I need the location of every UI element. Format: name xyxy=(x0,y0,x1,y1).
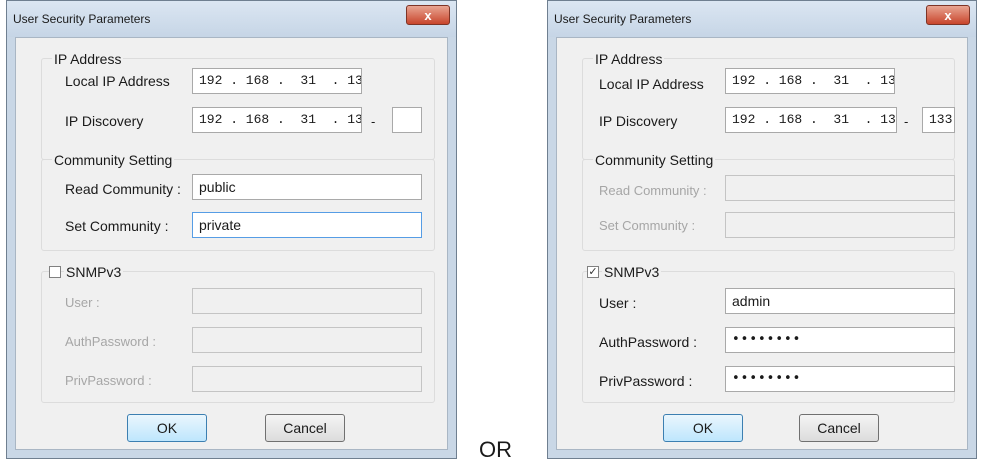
read-community-field[interactable]: public xyxy=(192,174,422,200)
ip-discovery-field[interactable]: 192 . 168 . 31 . 133 xyxy=(192,107,362,133)
ip-range-end-field[interactable]: 133 xyxy=(922,107,955,133)
cancel-button[interactable]: Cancel xyxy=(799,414,879,442)
dialog-snmpv1: User Security Parameters x IP Address Lo… xyxy=(6,0,457,459)
group-title-ip-address: IP Address xyxy=(52,51,124,67)
read-community-field[interactable] xyxy=(725,175,955,201)
auth-password-field[interactable] xyxy=(192,327,422,353)
auth-password-label: AuthPassword : xyxy=(599,334,698,350)
user-label: User : xyxy=(65,295,100,310)
ok-button[interactable]: OK xyxy=(127,414,207,442)
close-button[interactable]: x xyxy=(406,5,450,25)
read-community-label: Read Community : xyxy=(65,181,181,197)
set-community-field[interactable] xyxy=(725,212,955,238)
snmpv3-label: SNMPv3 xyxy=(602,264,662,280)
dialog-body: IP Address Local IP Address 192 . 168 . … xyxy=(556,37,968,450)
dialog-snmpv3: User Security Parameters x IP Address Lo… xyxy=(547,0,977,459)
user-label: User : xyxy=(599,295,637,311)
check-icon: ✓ xyxy=(588,266,598,278)
read-community-label: Read Community : xyxy=(599,183,707,198)
ip-range-end-field[interactable] xyxy=(392,107,422,133)
dialog-title: User Security Parameters xyxy=(554,12,692,26)
auth-password-label: AuthPassword : xyxy=(65,334,157,349)
user-field[interactable]: admin xyxy=(725,288,955,314)
ok-button[interactable]: OK xyxy=(663,414,743,442)
snmpv3-checkbox[interactable]: ✓ xyxy=(587,266,599,278)
set-community-label: Set Community : xyxy=(65,218,169,234)
local-ip-label: Local IP Address xyxy=(65,73,170,89)
title-bar[interactable]: User Security Parameters x xyxy=(548,1,976,37)
set-community-field[interactable]: private xyxy=(192,212,422,238)
priv-password-label: PrivPassword : xyxy=(65,373,152,388)
priv-password-field[interactable]: •••••••• xyxy=(725,366,955,392)
close-icon: x xyxy=(424,8,432,23)
group-title-community: Community Setting xyxy=(52,152,175,168)
group-title-ip-address: IP Address xyxy=(593,51,665,67)
cancel-button[interactable]: Cancel xyxy=(265,414,345,442)
ip-range-separator: - xyxy=(371,114,376,129)
dialog-title: User Security Parameters xyxy=(13,12,151,26)
ip-range-separator: - xyxy=(904,114,909,129)
title-bar[interactable]: User Security Parameters x xyxy=(7,1,456,37)
user-field[interactable] xyxy=(192,288,422,314)
local-ip-field[interactable]: 192 . 168 . 31 . 132 xyxy=(725,68,895,94)
ip-discovery-field[interactable]: 192 . 168 . 31 . 133 xyxy=(725,107,897,133)
auth-password-field[interactable]: •••••••• xyxy=(725,327,955,353)
priv-password-label: PrivPassword : xyxy=(599,373,693,389)
ip-discovery-label: IP Discovery xyxy=(599,113,678,129)
or-label: OR xyxy=(479,437,512,462)
priv-password-field[interactable] xyxy=(192,366,422,392)
ip-discovery-label: IP Discovery xyxy=(65,113,144,129)
close-button[interactable]: x xyxy=(926,5,970,25)
local-ip-label: Local IP Address xyxy=(599,76,704,92)
close-icon: x xyxy=(944,8,952,23)
snmpv3-checkbox[interactable] xyxy=(49,266,61,278)
local-ip-field[interactable]: 192 . 168 . 31 . 132 xyxy=(192,68,362,94)
dialog-body: IP Address Local IP Address 192 . 168 . … xyxy=(15,37,448,450)
set-community-label: Set Community : xyxy=(599,218,696,233)
snmpv3-label: SNMPv3 xyxy=(64,264,124,280)
group-title-community: Community Setting xyxy=(593,152,716,168)
